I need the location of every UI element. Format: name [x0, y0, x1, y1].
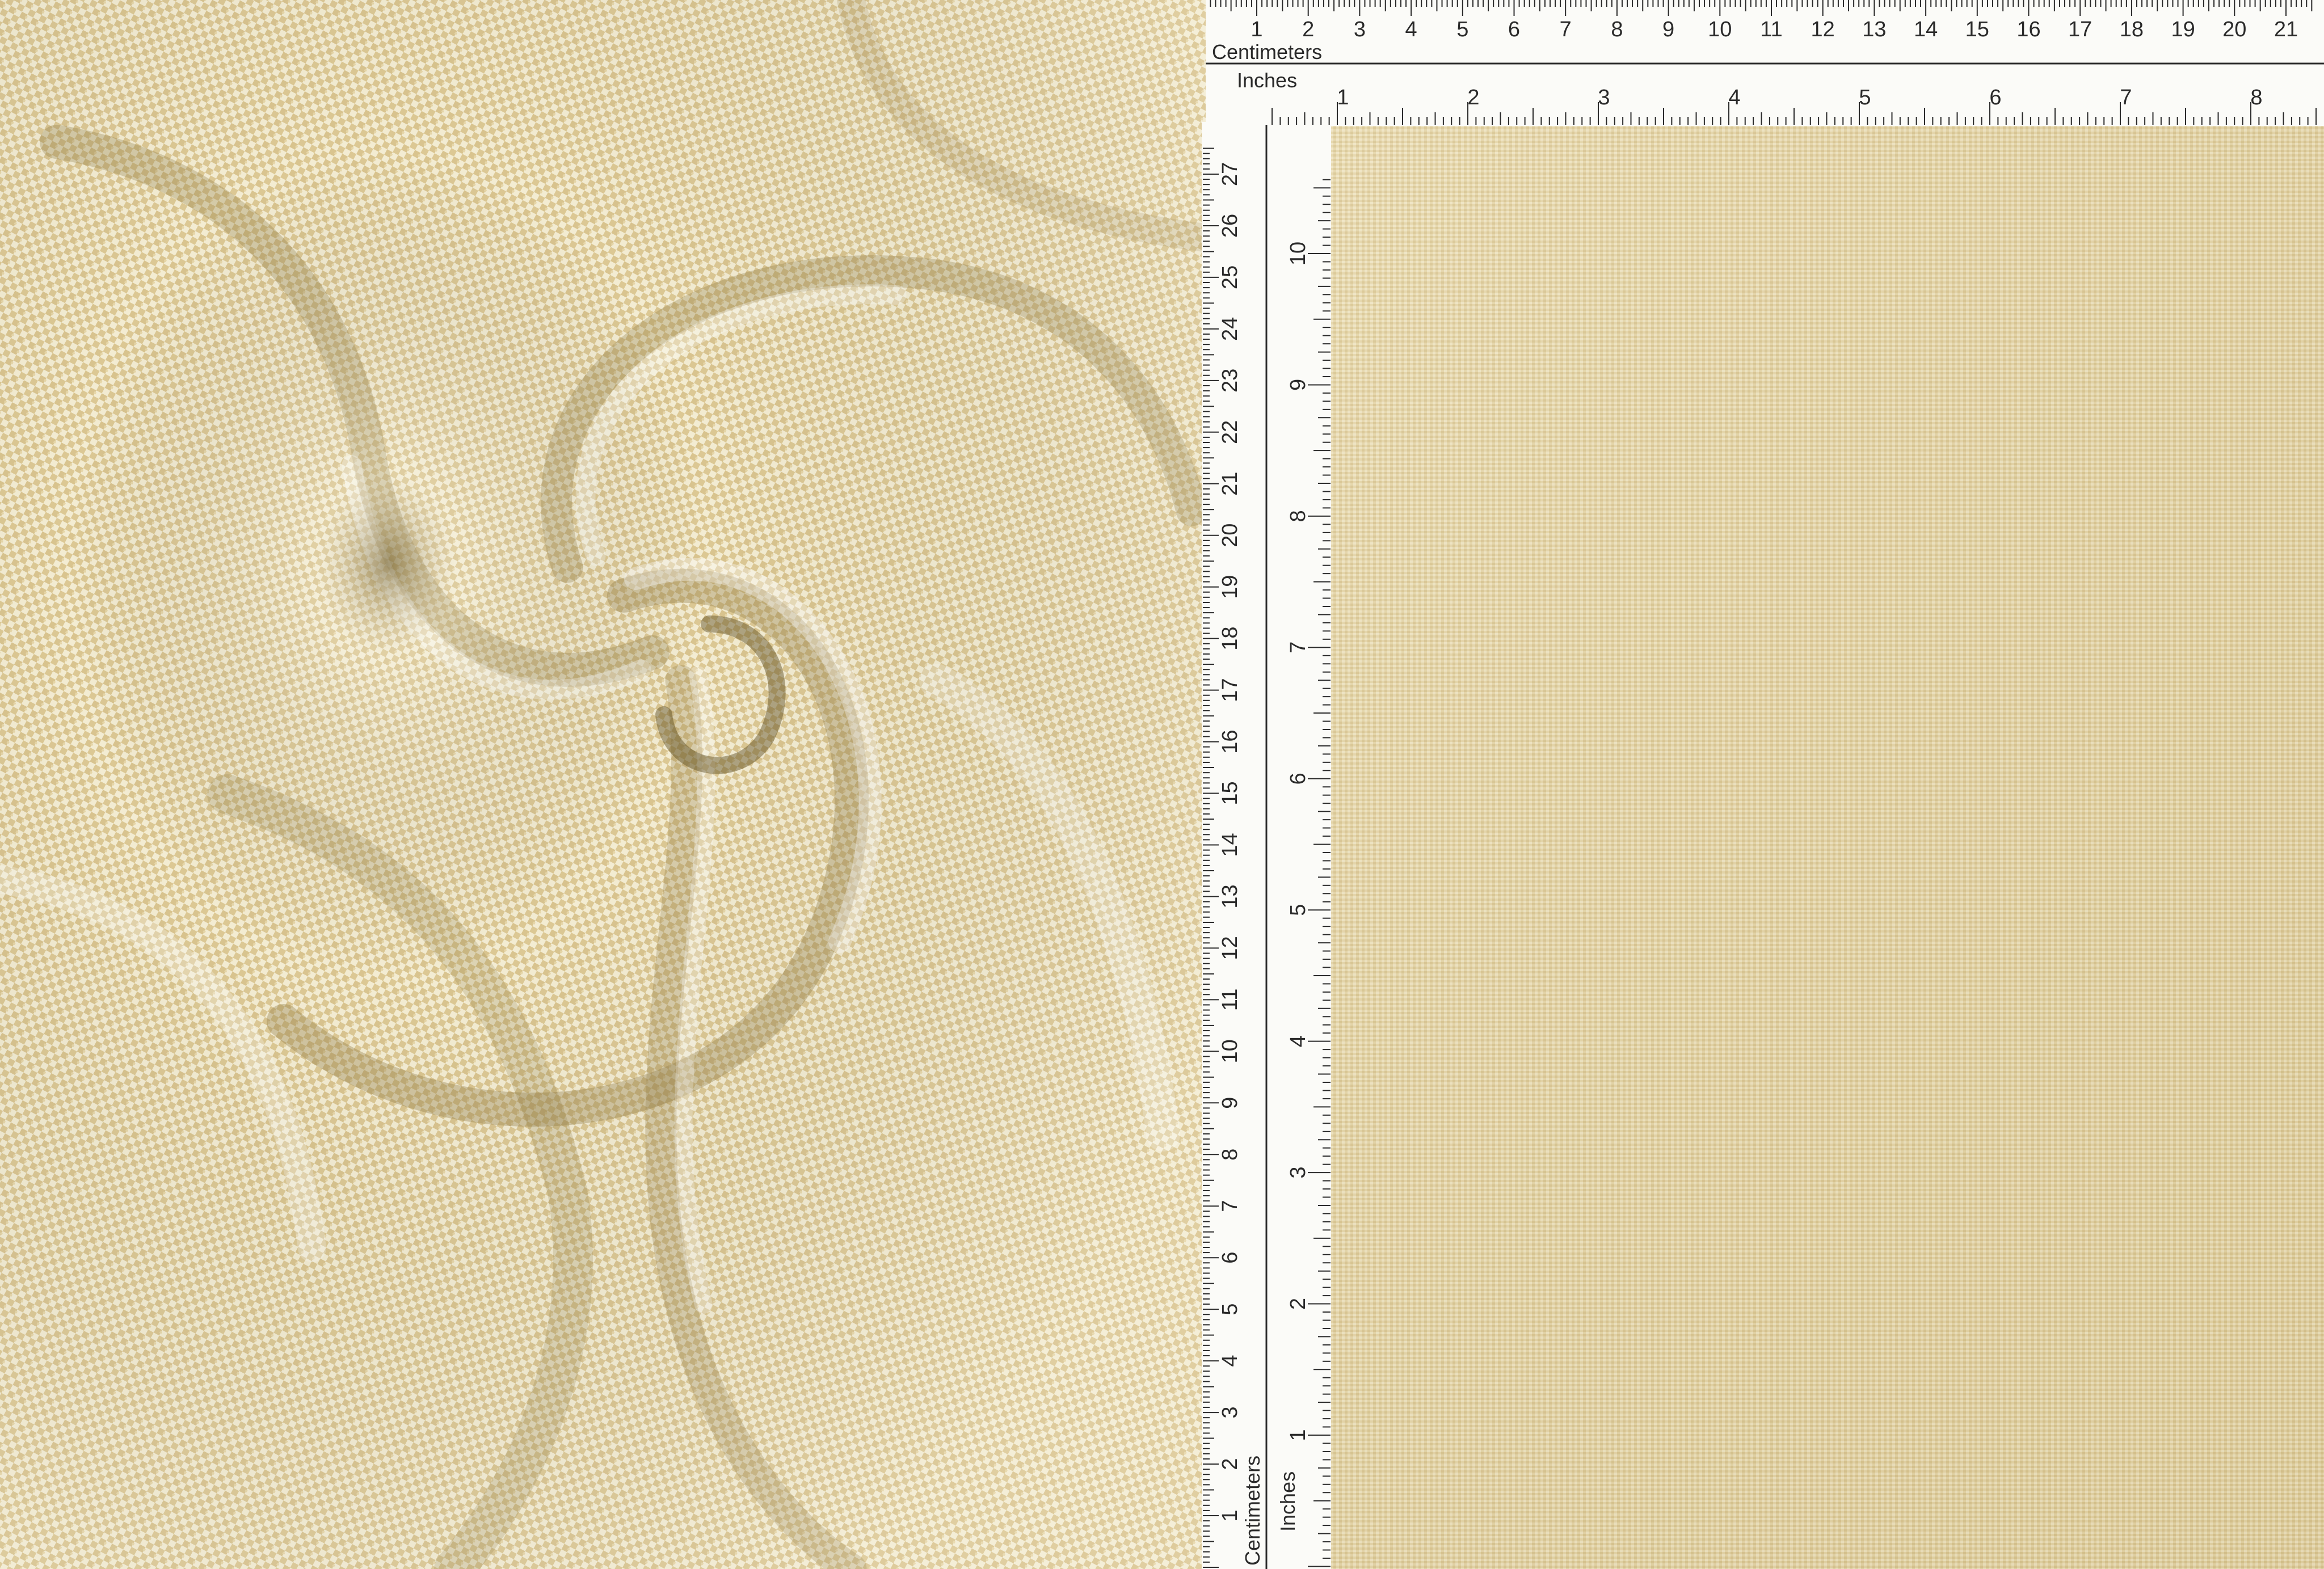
- top-in-number: 1: [1337, 86, 1349, 109]
- left-cm-number: 14: [1218, 833, 1242, 857]
- fabric-product-photo: Centimeters Inches 1 2 3 4 5 6 7 8 9 10 11 12 13 14 15…: [0, 0, 2324, 1569]
- left-cm-number: 27: [1218, 162, 1242, 186]
- left-in-number: 4: [1286, 1035, 1310, 1047]
- left-cm-number: 23: [1218, 369, 1242, 393]
- top-cm-number: 11: [1760, 18, 1782, 41]
- left-cm-number: 16: [1218, 729, 1242, 753]
- left-cm-number: 2: [1218, 1458, 1242, 1470]
- left-cm-number: 9: [1218, 1097, 1242, 1109]
- left-cm-number: 22: [1218, 420, 1242, 444]
- flat-fabric-swatch: [1331, 125, 2324, 1569]
- left-in-number: 7: [1286, 642, 1310, 653]
- top-cm-number: 3: [1354, 18, 1366, 41]
- top-in-number: 6: [1989, 86, 2001, 109]
- left-in-label: Inches: [1276, 1471, 1299, 1532]
- left-cm-number: 24: [1218, 317, 1242, 341]
- left-cm-number: 7: [1218, 1200, 1242, 1212]
- top-cm-number: 7: [1560, 18, 1572, 41]
- left-cm-number: 1: [1218, 1509, 1242, 1521]
- top-cm-number: 1: [1251, 18, 1262, 41]
- top-cm-number: 5: [1456, 18, 1468, 41]
- left-cm-number: 4: [1218, 1355, 1242, 1367]
- top-in-number: 2: [1467, 86, 1479, 109]
- left-in-number: 5: [1286, 904, 1310, 916]
- top-cm-number: 21: [2274, 18, 2298, 41]
- left-cm-number: 26: [1218, 214, 1242, 238]
- top-cm-label: Centimeters: [1212, 40, 1322, 64]
- top-cm-number: 18: [2120, 18, 2144, 41]
- top-in-number: 7: [2120, 86, 2132, 109]
- top-cm-number: 17: [2068, 18, 2092, 41]
- left-in-number: 2: [1286, 1298, 1310, 1310]
- top-cm-number: 14: [1914, 18, 1938, 41]
- draped-fabric: [0, 0, 1223, 1569]
- left-cm-number: 18: [1218, 627, 1242, 651]
- left-cm-number: 21: [1218, 472, 1242, 496]
- left-cm-number: 10: [1218, 1039, 1242, 1063]
- left-cm-number: 25: [1218, 265, 1242, 289]
- top-cm-number: 12: [1811, 18, 1835, 41]
- top-cm-number: 19: [2171, 18, 2195, 41]
- left-cm-number: 20: [1218, 524, 1242, 547]
- top-cm-number: 6: [1508, 18, 1520, 41]
- left-in-number: 10: [1286, 242, 1310, 265]
- left-cm-number: 19: [1218, 575, 1242, 599]
- top-cm-number: 8: [1611, 18, 1623, 41]
- left-cm-number: 6: [1218, 1252, 1242, 1264]
- top-in-label: Inches: [1237, 69, 1297, 92]
- left-cm-number: 15: [1218, 781, 1242, 805]
- left-in-number: 9: [1286, 379, 1310, 391]
- left-in-number: 8: [1286, 510, 1310, 522]
- top-in-number: 4: [1728, 86, 1740, 109]
- left-cm-number: 12: [1218, 936, 1242, 960]
- top-cm-number: 20: [2222, 18, 2246, 41]
- left-cm-label: Centimeters: [1241, 1456, 1264, 1566]
- left-in-number: 6: [1286, 773, 1310, 784]
- left-cm-number: 5: [1218, 1304, 1242, 1315]
- top-in-number: 5: [1859, 86, 1871, 109]
- left-in-number: 1: [1286, 1429, 1310, 1441]
- top-cm-number: 9: [1662, 18, 1674, 41]
- left-cm-number: 13: [1218, 884, 1242, 908]
- top-cm-number: 10: [1708, 18, 1732, 41]
- left-in-number: 3: [1286, 1167, 1310, 1179]
- top-in-number: 3: [1598, 86, 1610, 109]
- top-cm-number: 15: [1965, 18, 1989, 41]
- top-cm-number: 2: [1302, 18, 1314, 41]
- left-cm-number: 3: [1218, 1407, 1242, 1419]
- left-cm-number: 17: [1218, 678, 1242, 702]
- left-cm-number: 11: [1218, 989, 1242, 1011]
- top-cm-number: 16: [2016, 18, 2040, 41]
- top-cm-number: 4: [1405, 18, 1417, 41]
- top-cm-number: 13: [1862, 18, 1886, 41]
- top-in-number: 8: [2250, 86, 2262, 109]
- photo-canvas: Centimeters Inches 1 2 3 4 5 6 7 8 9 10 11 12 13 14 15…: [0, 0, 2324, 1569]
- left-cm-number: 8: [1218, 1149, 1242, 1161]
